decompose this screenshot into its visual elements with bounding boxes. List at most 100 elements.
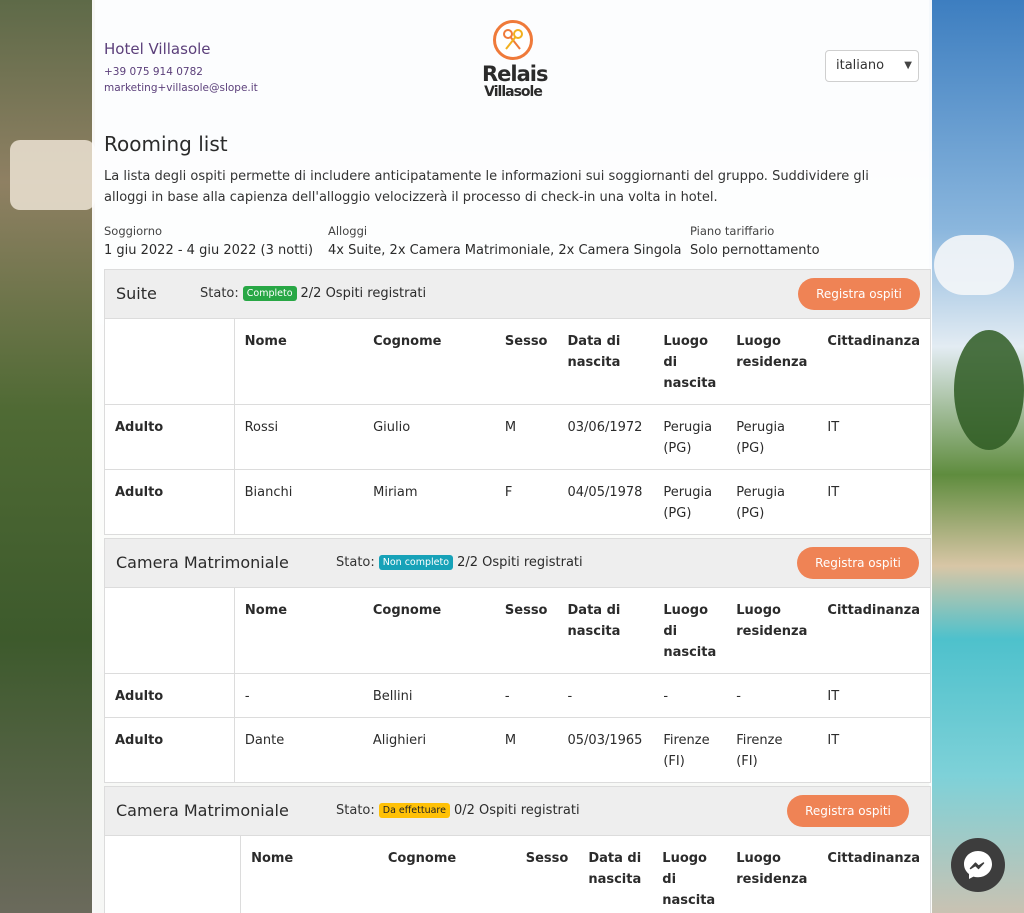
cell-cittadinanza: IT bbox=[817, 469, 930, 534]
cell-nome: Dante bbox=[234, 717, 363, 782]
room-header: Suite Stato: Completo 2/2 Ospiti registrat… bbox=[105, 270, 930, 319]
register-guests-button[interactable]: Registra ospiti bbox=[797, 547, 919, 579]
stato-label: Stato: bbox=[336, 555, 375, 570]
col-nome: Nome bbox=[244, 603, 288, 618]
col-luogo-nascita: Luogo di nascita bbox=[663, 603, 717, 660]
cell-sesso: - bbox=[494, 673, 558, 718]
table-header-row: Nome Cognome Sesso Data di nascita Luogo… bbox=[105, 588, 930, 674]
guest-table: Nome Cognome Sesso Data di nascita Luogo… bbox=[105, 319, 930, 534]
meta-label: Piano tariffario bbox=[690, 224, 775, 238]
col-cittadinanza: Cittadinanza bbox=[827, 603, 920, 618]
col-luogo-residenza: Luogo residenza bbox=[736, 603, 808, 639]
cell-nome: - bbox=[234, 673, 363, 718]
cell-cognome: Miriam bbox=[363, 469, 495, 534]
cell-luogo-nascita: Perugia (PG) bbox=[653, 404, 727, 470]
hotel-logo: Relais Villasole bbox=[482, 20, 548, 99]
cell-sesso: M bbox=[494, 717, 558, 782]
cell-cittadinanza: IT bbox=[817, 404, 930, 470]
col-nome: Nome bbox=[244, 334, 287, 349]
guest-table: Nome Cognome Sesso Data di nascita Luogo… bbox=[105, 836, 930, 913]
cell-cittadinanza: IT bbox=[817, 673, 930, 718]
cell-luogo-nascita: Firenze (FI) bbox=[653, 717, 727, 782]
room-card-suite: Suite Stato: Completo 2/2 Ospiti registrat… bbox=[104, 269, 931, 535]
col-data-nascita: Data di nascita bbox=[567, 603, 621, 639]
col-cittadinanza: Cittadinanza bbox=[827, 851, 920, 866]
cell-data-nascita: 03/06/1972 bbox=[557, 404, 654, 470]
cell-data-nascita: - bbox=[557, 673, 654, 718]
cell-luogo-nascita: Perugia (PG) bbox=[653, 469, 727, 534]
room-title: Suite bbox=[116, 284, 157, 303]
table-row[interactable]: Adulto Bianchi Miriam F 04/05/1978 Perug… bbox=[105, 469, 930, 534]
guest-type: Adulto bbox=[105, 673, 235, 718]
table-row[interactable]: Adulto - Bellini - - - - IT bbox=[105, 673, 930, 718]
col-cognome: Cognome bbox=[373, 334, 442, 349]
cell-cognome: Bellini bbox=[362, 673, 495, 718]
room-title: Camera Matrimoniale bbox=[116, 801, 289, 820]
hotel-email[interactable]: marketing+villasole@slope.it bbox=[104, 82, 258, 94]
col-luogo-nascita: Luogo di nascita bbox=[663, 334, 717, 391]
guest-table: Nome Cognome Sesso Data di nascita Luogo… bbox=[105, 588, 930, 782]
page-title: Rooming list bbox=[104, 132, 228, 156]
hotel-name: Hotel Villasole bbox=[104, 40, 211, 58]
cell-sesso: M bbox=[494, 404, 558, 470]
registered-count: 0/2 Ospiti registrati bbox=[453, 803, 580, 818]
stato-label: Stato: bbox=[336, 803, 375, 818]
cell-cognome: Alighieri bbox=[362, 717, 495, 782]
logo-text-line1: Relais bbox=[482, 62, 548, 86]
cell-data-nascita: 04/05/1978 bbox=[557, 469, 654, 534]
col-sesso: Sesso bbox=[504, 603, 548, 618]
meta-label: Alloggi bbox=[328, 224, 368, 238]
guest-type: Adulto bbox=[105, 404, 235, 470]
col-sesso: Sesso bbox=[525, 851, 569, 866]
chevron-down-icon: ▼ bbox=[904, 60, 912, 71]
col-cognome: Cognome bbox=[372, 603, 442, 618]
col-nome: Nome bbox=[251, 851, 294, 866]
guest-type: Adulto bbox=[105, 469, 235, 534]
table-header-row: Nome Cognome Sesso Data di nascita Luogo… bbox=[105, 836, 930, 913]
room-card-camera-matrimoniale: Camera Matrimoniale Stato: Non completo 2/… bbox=[104, 538, 931, 783]
messenger-chat-button[interactable] bbox=[951, 838, 1005, 892]
status-badge: Da effettuare bbox=[378, 803, 450, 818]
status-badge: Completo bbox=[242, 286, 297, 301]
messenger-icon bbox=[964, 851, 992, 879]
meta-label: Soggiorno bbox=[104, 224, 163, 238]
stato-label: Stato: bbox=[200, 286, 239, 301]
language-select[interactable]: italiano ▼ bbox=[825, 50, 919, 82]
table-row[interactable]: Adulto Rossi Giulio M 03/06/1972 Perugia… bbox=[105, 404, 930, 470]
cell-residenza: Firenze (FI) bbox=[726, 717, 818, 782]
status-badge: Non completo bbox=[378, 555, 454, 570]
cell-sesso: F bbox=[494, 469, 558, 534]
hotel-phone[interactable]: +39 075 914 0782 bbox=[104, 66, 203, 78]
col-sesso: Sesso bbox=[504, 334, 548, 349]
col-data-nascita: Data di nascita bbox=[567, 334, 621, 370]
col-data-nascita: Data di nascita bbox=[588, 851, 642, 887]
registered-count: 2/2 Ospiti registrati bbox=[457, 555, 583, 570]
room-status: Stato: Completo 2/2 Ospiti registrati bbox=[200, 286, 426, 301]
table-header-row: Nome Cognome Sesso Data di nascita Luogo… bbox=[105, 319, 930, 405]
register-guests-button[interactable]: Registra ospiti bbox=[787, 795, 909, 827]
room-card-camera-matrimoniale-2: Camera Matrimoniale Stato: Da effettuare 0… bbox=[104, 786, 931, 913]
room-status: Stato: Non completo 2/2 Ospiti registrati bbox=[336, 555, 583, 570]
cell-residenza: Perugia (PG) bbox=[726, 404, 818, 470]
cell-residenza: - bbox=[726, 673, 818, 718]
meta-value: 1 giu 2022 - 4 giu 2022 (3 notti) bbox=[104, 243, 314, 258]
col-luogo-residenza: Luogo residenza bbox=[736, 334, 808, 370]
language-select-value: italiano bbox=[836, 58, 885, 73]
meta-alloggi: Alloggi 4x Suite, 2x Camera Matrimoniale… bbox=[328, 224, 681, 258]
col-luogo-residenza: Luogo residenza bbox=[736, 851, 808, 887]
cell-cittadinanza: IT bbox=[817, 717, 930, 782]
meta-value: Solo pernottamento bbox=[690, 243, 820, 258]
cell-luogo-nascita: - bbox=[653, 673, 727, 718]
keys-icon bbox=[493, 20, 533, 60]
meta-value: 4x Suite, 2x Camera Matrimoniale, 2x Cam… bbox=[328, 243, 682, 258]
cell-cognome: Giulio bbox=[363, 404, 495, 470]
meta-soggiorno: Soggiorno 1 giu 2022 - 4 giu 2022 (3 not… bbox=[104, 224, 313, 258]
col-cittadinanza: Cittadinanza bbox=[827, 334, 920, 349]
table-row[interactable]: Adulto Dante Alighieri M 05/03/1965 Fire… bbox=[105, 717, 930, 782]
guest-type: Adulto bbox=[105, 717, 235, 782]
cell-nome: Rossi bbox=[234, 404, 364, 470]
rooming-list-page: Hotel Villasole +39 075 914 0782 marketi… bbox=[92, 0, 932, 913]
register-guests-button[interactable]: Registra ospiti bbox=[798, 278, 920, 310]
intro-text: La lista degli ospiti permette di includ… bbox=[104, 169, 869, 205]
registered-count: 2/2 Ospiti registrati bbox=[300, 286, 427, 301]
